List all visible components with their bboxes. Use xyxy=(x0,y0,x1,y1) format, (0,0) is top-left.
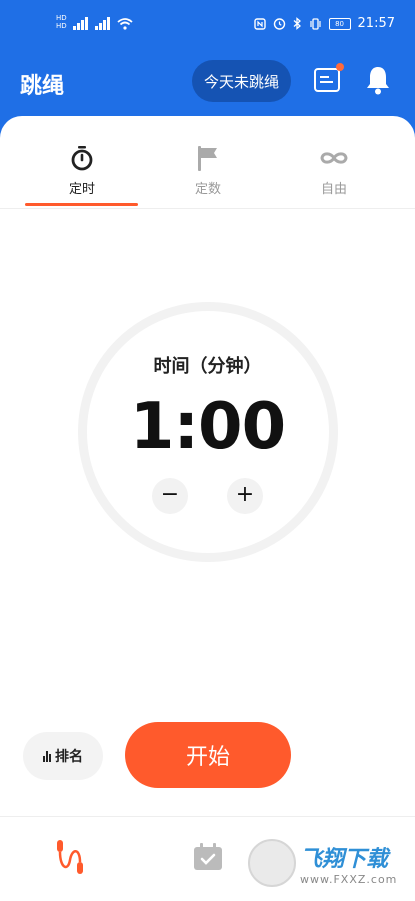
calendar-icon[interactable] xyxy=(314,63,344,92)
alarm-icon xyxy=(273,18,285,30)
status-time: 21:57 xyxy=(357,16,395,31)
calendar-check-icon xyxy=(194,843,222,870)
decrease-button[interactable]: − xyxy=(152,478,188,514)
status-right: 80 21:57 xyxy=(253,16,395,31)
bell-icon[interactable] xyxy=(364,64,392,96)
tab-count[interactable]: 定数 xyxy=(148,144,268,197)
tab-timed[interactable]: 定时 xyxy=(22,144,142,197)
nfc-icon xyxy=(253,17,266,30)
battery-icon: 80 xyxy=(328,17,351,30)
status-bar: HD HD 80 21:57 xyxy=(0,0,415,48)
bar-chart-icon xyxy=(43,750,51,762)
hd-label-2: HD xyxy=(56,22,67,30)
signal-icon-2 xyxy=(94,16,111,30)
timer-caption: 时间（分钟） xyxy=(153,356,262,377)
ranking-label: 排名 xyxy=(55,749,83,765)
start-button[interactable]: 开始 xyxy=(125,722,291,788)
bottom-nav: 飞翔下载 www.FXXZ.com xyxy=(0,816,415,901)
vibrate-icon xyxy=(309,17,321,30)
battery-level: 80 xyxy=(335,19,344,28)
tab-label: 定时 xyxy=(68,182,95,197)
tab-free[interactable]: 自由 xyxy=(274,144,394,197)
hd-indicator: HD HD xyxy=(56,14,67,30)
tab-label: 定数 xyxy=(194,182,221,197)
tab-label: 自由 xyxy=(320,182,347,197)
app-header: 跳绳 今天未跳绳 xyxy=(0,48,415,116)
timer-value: 1:00 xyxy=(129,390,286,464)
today-status-button[interactable]: 今天未跳绳 xyxy=(192,60,291,102)
wifi-icon xyxy=(117,18,133,30)
main-content: 定时 定数 自由 时间（分钟） 1:00 − + 排名 开始 飞翔下载 www.… xyxy=(0,116,415,901)
jump-rope-icon xyxy=(57,840,83,874)
hd-label-1: HD xyxy=(56,14,67,22)
increase-button[interactable]: + xyxy=(227,478,263,514)
active-tab-indicator xyxy=(25,203,138,206)
nav-tasks[interactable] xyxy=(188,837,228,877)
watermark-main: 飞翔下载 xyxy=(300,846,389,872)
nav-jump-rope[interactable] xyxy=(50,837,90,877)
watermark-sub: www.FXXZ.com xyxy=(300,872,398,886)
mode-tabs: 定时 定数 自由 xyxy=(0,116,415,209)
status-left: HD HD xyxy=(56,14,133,30)
watermark-logo: 飞翔下载 www.FXXZ.com xyxy=(248,839,397,887)
page-title: 跳绳 xyxy=(20,74,65,99)
flag-icon xyxy=(198,146,217,171)
signal-icon xyxy=(72,16,89,30)
ranking-button[interactable]: 排名 xyxy=(23,732,103,780)
stopwatch-icon xyxy=(71,146,93,171)
notification-dot xyxy=(336,63,344,71)
infinity-icon xyxy=(320,152,348,164)
watermark-icon xyxy=(248,839,296,887)
bluetooth-icon xyxy=(293,17,301,30)
